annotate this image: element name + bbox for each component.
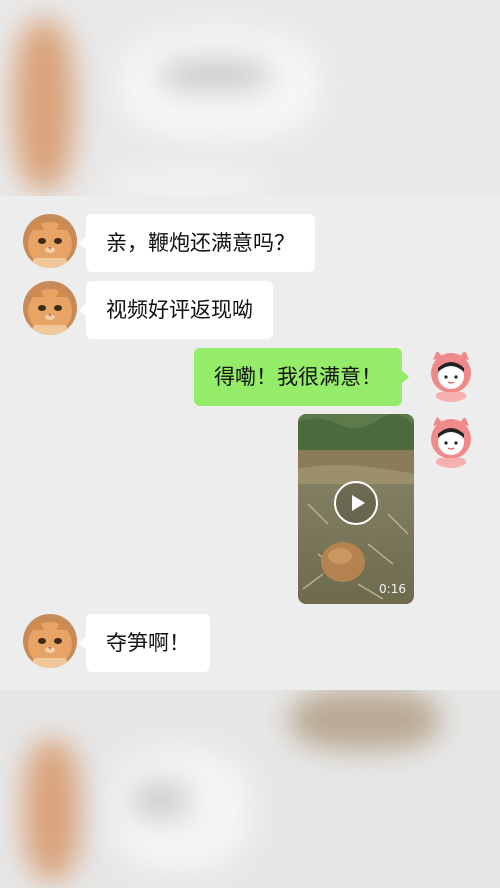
message-text: 视频好评返现呦 <box>106 298 253 322</box>
video-duration: 0:16 <box>379 582 406 596</box>
outgoing-message-bubble[interactable]: 得嘞！我很满意！ <box>194 348 409 406</box>
pink-pig-hood-avatar-icon <box>424 348 478 402</box>
message-text: 亲，鞭炮还满意吗？ <box>106 231 295 255</box>
orange-cat-avatar-icon <box>23 281 77 335</box>
my-avatar[interactable] <box>424 414 478 468</box>
incoming-message-bubble[interactable]: 视频好评返现呦 <box>79 281 273 339</box>
play-icon <box>352 495 365 511</box>
my-avatar[interactable] <box>424 348 478 402</box>
contact-avatar[interactable] <box>23 281 77 335</box>
blurred-bottom-backdrop <box>0 690 500 888</box>
incoming-message-bubble[interactable]: 亲，鞭炮还满意吗？ <box>79 214 315 272</box>
pink-pig-hood-avatar-icon <box>424 414 478 468</box>
contact-avatar[interactable] <box>23 214 77 268</box>
blurred-video <box>290 690 440 750</box>
message-text: 得嘞！我很满意！ <box>214 365 382 389</box>
blurred-text <box>130 780 190 820</box>
video-message[interactable]: 0:16 <box>298 414 414 604</box>
blurred-avatar <box>14 20 74 190</box>
contact-avatar[interactable] <box>23 614 77 668</box>
blurred-text <box>160 60 270 90</box>
incoming-message-bubble[interactable]: 夺笋啊！ <box>79 614 210 672</box>
orange-cat-avatar-icon <box>23 214 77 268</box>
orange-cat-avatar-icon <box>23 614 77 668</box>
chat-area: 亲，鞭炮还满意吗？ 视频好评返现呦 得嘞！我很满意！ 0:16 夺笋啊！ <box>0 196 500 690</box>
message-text: 夺笋啊！ <box>106 631 190 655</box>
blurred-bubble <box>110 170 270 196</box>
blurred-avatar <box>24 740 80 880</box>
blurred-top-backdrop <box>0 0 500 196</box>
play-button[interactable] <box>334 481 378 525</box>
